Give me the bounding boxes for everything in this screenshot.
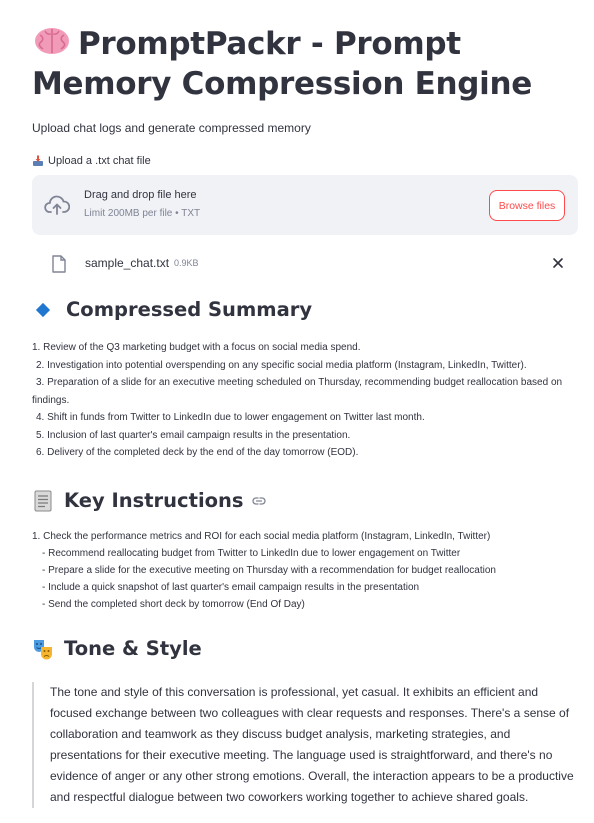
file-size: 0.9KB: [174, 258, 199, 268]
brain-icon: [35, 28, 69, 54]
list-item: 6. Delivery of the completed deck by the…: [36, 447, 359, 458]
tone-text: The tone and style of this conversation …: [50, 684, 574, 804]
summary-list: 1. Review of the Q3 marketing budget wit…: [32, 339, 578, 462]
scroll-icon: [34, 490, 52, 511]
inbox-tray-icon: [33, 155, 43, 166]
tone-heading-text: Tone & Style: [64, 636, 202, 660]
uploaded-file: sample_chat.txt 0.9KB: [32, 241, 578, 281]
list-item: - Include a quick snapshot of last quart…: [42, 582, 420, 594]
list-item: - Recommend reallocating budget from Twi…: [42, 547, 461, 559]
list-item: 4. Shift in funds from Twitter to Linked…: [36, 412, 425, 423]
key-instructions-heading-text: Key Instructions: [64, 488, 244, 512]
file-name: sample_chat.txt: [85, 256, 170, 270]
list-item: findings.: [32, 394, 70, 406]
diamond-icon: [35, 302, 51, 318]
list-item: - Prepare a slide for the executive meet…: [42, 564, 496, 576]
uploader-label-text: Upload a .txt chat file: [48, 155, 151, 167]
dropzone-title: Drag and drop file here: [84, 189, 197, 201]
summary-heading-text: Compressed Summary: [66, 298, 313, 321]
list-item: - Send the completed short deck by tomor…: [42, 599, 305, 611]
file-dropzone[interactable]: Drag and drop file here Limit 200MB per …: [32, 175, 578, 235]
key-instructions-list: 1. Check the performance metrics and ROI…: [32, 528, 578, 614]
cloud-upload-icon: [44, 195, 70, 215]
page-subtitle: Upload chat logs and generate compressed…: [32, 121, 311, 135]
browse-files-button[interactable]: Browse files: [489, 190, 565, 221]
dropzone-limit: Limit 200MB per file • TXT: [84, 208, 201, 219]
main-container: PromptPackr - Prompt Memory Compression …: [32, 0, 578, 808]
close-icon[interactable]: [552, 257, 564, 269]
page-title-text: PromptPackr - Prompt Memory Compression …: [32, 26, 532, 102]
list-item: 2. Investigation into potential overspen…: [36, 359, 527, 371]
list-item: 3. Preparation of a slide for an executi…: [36, 377, 563, 388]
uploader-label: Upload a .txt chat file: [32, 153, 578, 169]
file-icon: [52, 255, 66, 273]
tone-heading: Tone & Style: [32, 636, 578, 662]
key-instructions-heading: Key Instructions: [32, 488, 578, 514]
list-item: 5. Inclusion of last quarter's email cam…: [36, 429, 351, 441]
list-item: 1. Check the performance metrics and ROI…: [32, 530, 491, 542]
theater-masks-icon: [34, 639, 52, 660]
page-title: PromptPackr - Prompt Memory Compression …: [32, 24, 578, 104]
link-icon[interactable]: [251, 496, 266, 506]
tone-blockquote: The tone and style of this conversation …: [32, 681, 578, 808]
list-item: 1. Review of the Q3 marketing budget wit…: [32, 342, 361, 353]
summary-heading: Compressed Summary: [32, 297, 578, 323]
